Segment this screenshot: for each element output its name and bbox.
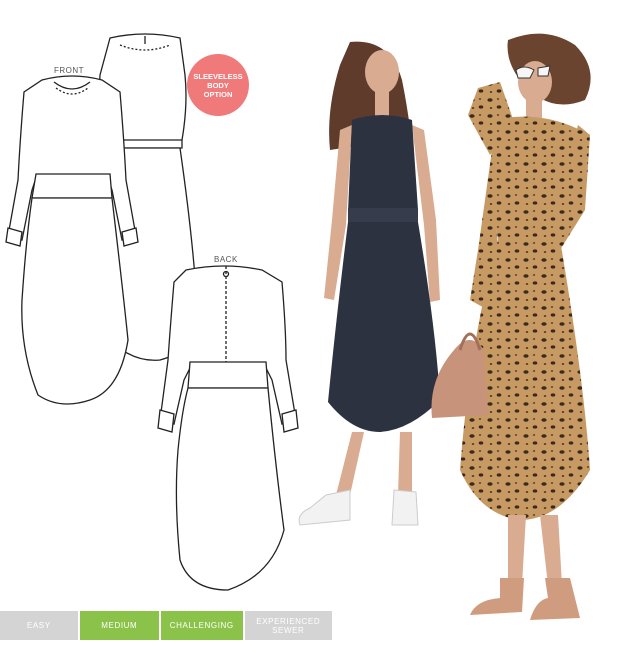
back-drawing [157, 265, 299, 591]
difficulty-scale: EASY MEDIUM CHALLENGING EXPERIENCED SEWE… [0, 611, 332, 640]
difficulty-challenging: CHALLENGING [161, 611, 245, 640]
badge-line-2: BODY [207, 80, 229, 90]
front-label: FRONT [54, 66, 85, 75]
badge-line-1: SLEEVELESS [193, 71, 243, 81]
badge-line-3: OPTION [203, 89, 233, 99]
model-navy-dress [298, 41, 440, 526]
difficulty-easy: EASY [0, 611, 80, 640]
model-leopard-dress [431, 33, 591, 620]
technical-drawings [5, 33, 591, 620]
sleeveless-option-badge: SLEEVELESS BODY OPTION [187, 54, 249, 116]
back-label: BACK [214, 255, 238, 264]
difficulty-medium: MEDIUM [79, 611, 162, 640]
difficulty-experienced-sewer: EXPERIENCED SEWER [244, 611, 332, 640]
pattern-artwork: FRONT BACK SLEEVELESS BODY OPTION EASY M… [0, 0, 619, 656]
